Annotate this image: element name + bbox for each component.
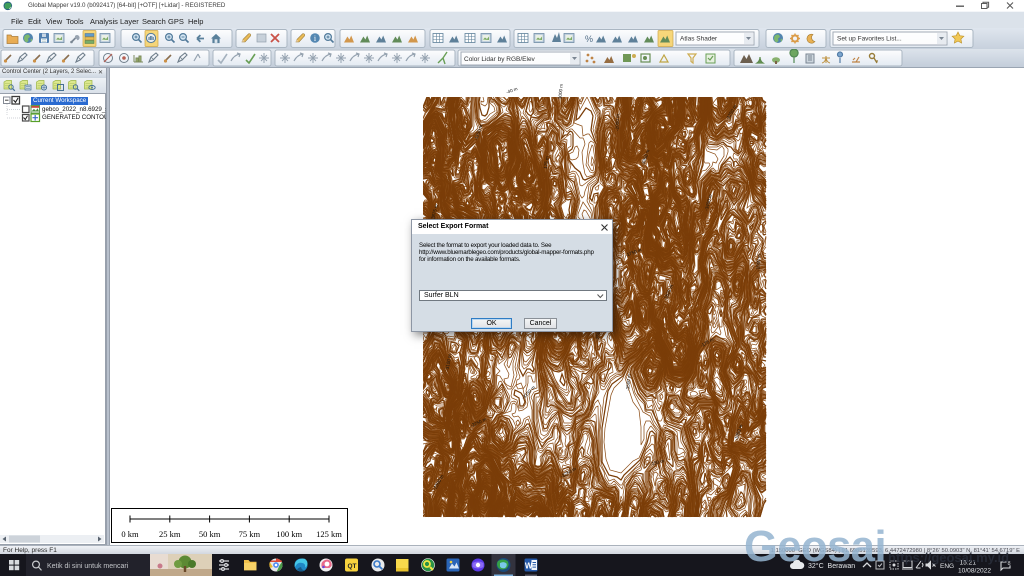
svg-text:25 km: 25 km <box>159 529 181 539</box>
svg-text:75 km: 75 km <box>239 529 261 539</box>
svg-text:%: % <box>585 34 593 44</box>
svg-text:10/08/2022: 10/08/2022 <box>958 568 991 575</box>
svg-text:W: W <box>525 561 533 570</box>
svg-text:Color Lidar by RGB/Elev: Color Lidar by RGB/Elev <box>464 56 536 63</box>
svg-text:QT: QT <box>348 563 357 570</box>
svg-text:100 km: 100 km <box>276 529 302 539</box>
svg-text:Set up Favorites List...: Set up Favorites List... <box>837 36 902 43</box>
svg-text:Ketik di sini untuk mencari: Ketik di sini untuk mencari <box>47 563 129 570</box>
svg-text:Atlas Shader: Atlas Shader <box>680 36 718 43</box>
svg-text:0 km: 0 km <box>121 529 139 539</box>
svg-text:50 km: 50 km <box>199 529 221 539</box>
svg-text:125 km: 125 km <box>316 529 342 539</box>
